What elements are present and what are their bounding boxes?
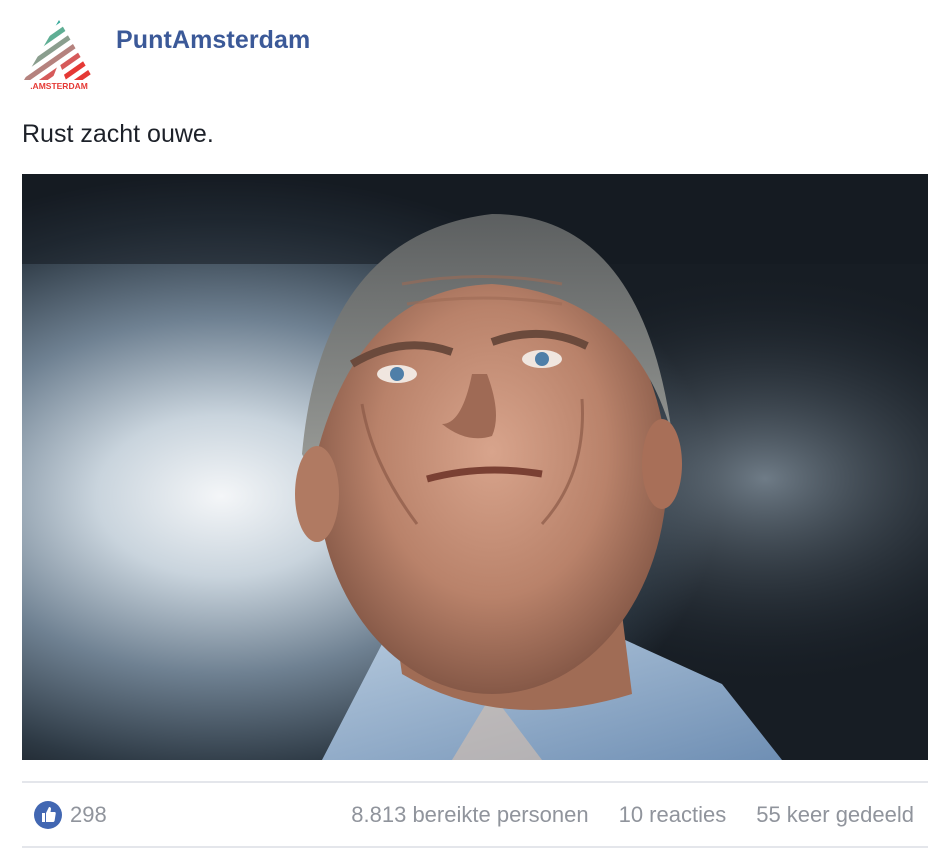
page-logo-icon[interactable]: .AMSTERDAM — [22, 18, 96, 92]
post-photo[interactable] — [22, 174, 928, 760]
likes-count-label: 298 — [70, 802, 107, 827]
stats-divider-bottom — [22, 846, 928, 848]
reach-count[interactable]: 8.813 bereikte personen — [351, 802, 588, 828]
stats-divider-top — [22, 781, 928, 783]
shares-count[interactable]: 55 keer gedeeld — [756, 802, 914, 828]
likes-count[interactable]: 298 — [22, 801, 107, 829]
post-header: .AMSTERDAM PuntAmsterdam — [22, 18, 310, 92]
thumbs-up-icon — [34, 801, 62, 829]
page-name-link[interactable]: PuntAmsterdam — [116, 26, 310, 55]
stats-right-group: 8.813 bereikte personen 10 reacties 55 k… — [351, 802, 914, 828]
post-text: Rust zacht ouwe. — [22, 120, 214, 148]
post-stats-bar: 298 8.813 bereikte personen 10 reacties … — [22, 792, 914, 838]
comments-count[interactable]: 10 reacties — [619, 802, 727, 828]
logo-text: .AMSTERDAM — [30, 81, 88, 91]
facebook-post: .AMSTERDAM PuntAmsterdam Rust zacht ouwe… — [0, 0, 950, 868]
